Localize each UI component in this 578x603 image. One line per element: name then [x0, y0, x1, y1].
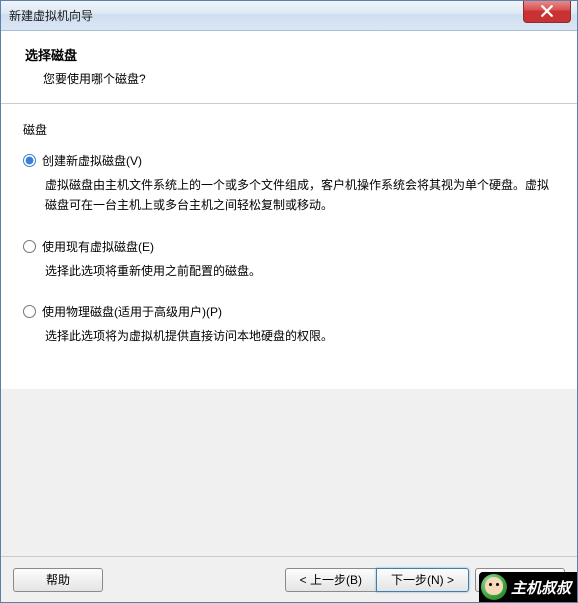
option-label: 使用物理磁盘(适用于高级用户)(P): [42, 303, 222, 320]
option-label: 使用现有虚拟磁盘(E): [42, 238, 154, 255]
back-button[interactable]: < 上一步(B): [285, 568, 377, 592]
avatar: [481, 574, 507, 600]
option-desc: 虚拟磁盘由主机文件系统上的一个或多个文件组成，客户机操作系统会将其视为单个硬盘。…: [45, 175, 555, 216]
option-use-physical-disk[interactable]: 使用物理磁盘(适用于高级用户)(P): [23, 303, 555, 320]
close-button[interactable]: [523, 1, 571, 23]
titlebar[interactable]: 新建虚拟机向导: [1, 1, 577, 31]
option-use-existing-disk[interactable]: 使用现有虚拟磁盘(E): [23, 238, 555, 255]
option-label: 创建新虚拟磁盘(V): [42, 152, 142, 169]
watermark-text: 主机叔叔: [511, 577, 571, 598]
content-area: 磁盘 创建新虚拟磁盘(V) 虚拟磁盘由主机文件系统上的一个或多个文件组成，客户机…: [1, 104, 577, 561]
option-create-new-disk[interactable]: 创建新虚拟磁盘(V): [23, 152, 555, 169]
close-icon: [541, 5, 553, 17]
radio-use-physical[interactable]: [23, 305, 36, 318]
wizard-window: 新建虚拟机向导 选择磁盘 您要使用哪个磁盘? 磁盘 创建新虚拟磁盘(V) 虚拟磁…: [0, 0, 578, 603]
watermark: 主机叔叔: [479, 572, 577, 602]
page-subtitle: 您要使用哪个磁盘?: [25, 70, 553, 87]
section-label: 磁盘: [23, 121, 555, 138]
next-button[interactable]: 下一步(N) >: [376, 568, 469, 592]
option-desc: 选择此选项将为虚拟机提供直接访问本地硬盘的权限。: [45, 326, 555, 346]
radio-use-existing[interactable]: [23, 240, 36, 253]
radio-create-new[interactable]: [23, 154, 36, 167]
header-panel: 选择磁盘 您要使用哪个磁盘?: [1, 31, 577, 104]
help-button[interactable]: 帮助: [13, 568, 103, 592]
window-title: 新建虚拟机向导: [9, 7, 93, 24]
page-title: 选择磁盘: [25, 45, 553, 64]
option-desc: 选择此选项将重新使用之前配置的磁盘。: [45, 261, 555, 281]
